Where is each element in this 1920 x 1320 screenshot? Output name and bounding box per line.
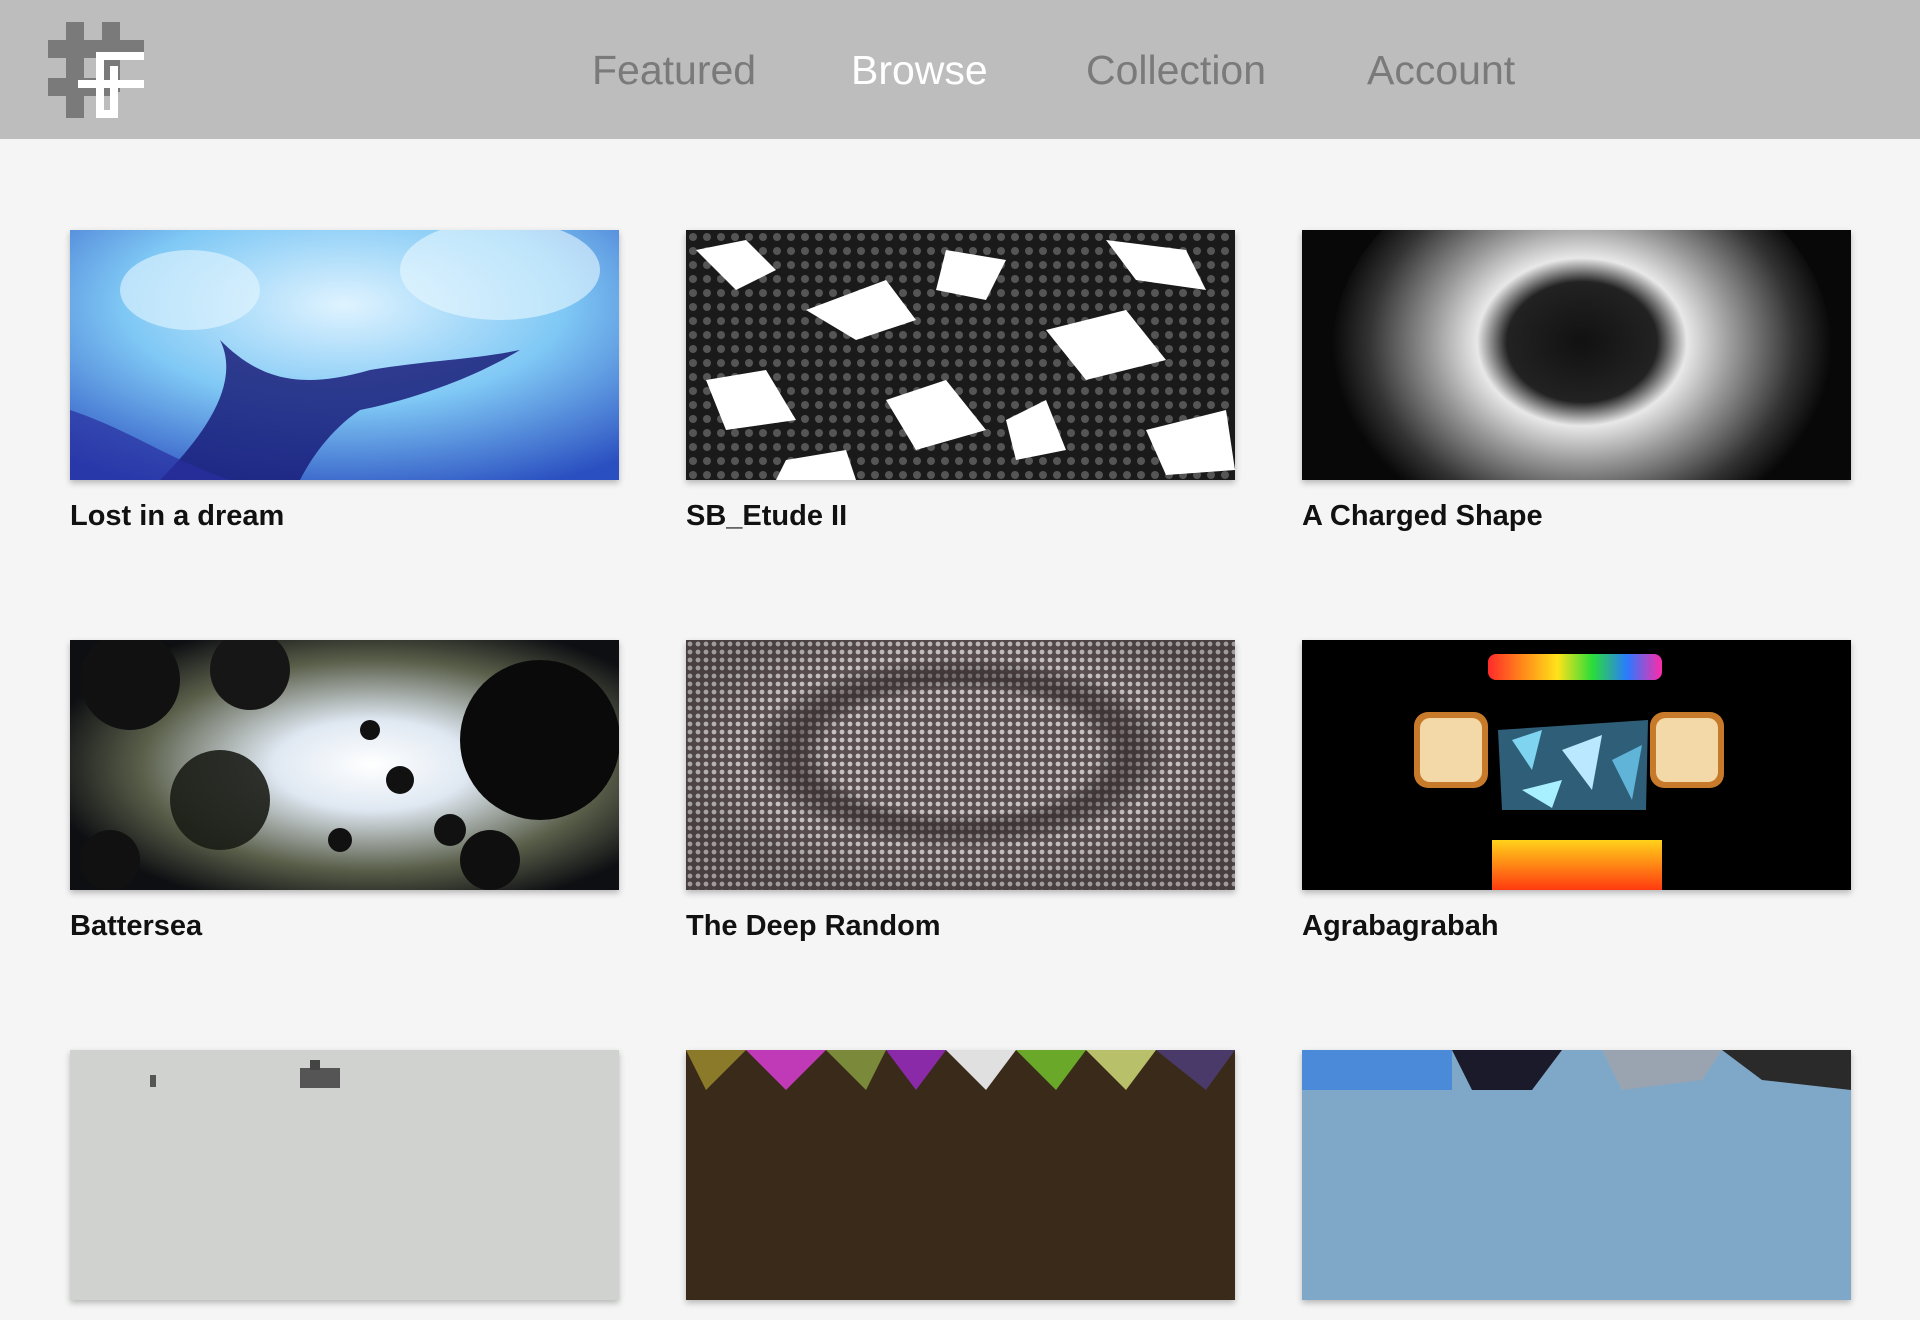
artwork-title: The Deep Random — [686, 910, 941, 942]
artwork-thumbnail[interactable] — [1302, 230, 1851, 480]
nav-tab-browse[interactable]: Browse — [851, 44, 988, 96]
artwork-card-the-deep-random[interactable]: The Deep Random — [686, 640, 1235, 943]
artwork-card-row3-3[interactable] — [1302, 1050, 1851, 1320]
artwork-grid: Lost in a dream SB_Etude II A Charged Sh… — [0, 139, 1920, 1300]
artwork-thumbnail[interactable] — [686, 1050, 1235, 1300]
nav-tab-featured[interactable]: Featured — [592, 44, 756, 96]
artwork-title: Battersea — [70, 910, 203, 942]
artwork-card-a-charged-shape[interactable]: A Charged Shape — [1302, 230, 1851, 533]
artwork-thumbnail[interactable] — [1302, 640, 1851, 890]
artwork-thumbnail[interactable] — [686, 640, 1235, 890]
top-navigation-bar: Featured Browse Collection Account — [0, 0, 1920, 139]
artwork-thumbnail[interactable] — [70, 1050, 619, 1300]
artwork-card-battersea[interactable]: Battersea — [70, 640, 619, 943]
artwork-thumbnail[interactable] — [686, 230, 1235, 480]
artwork-title: Lost in a dream — [70, 500, 285, 532]
artwork-thumbnail[interactable] — [70, 640, 619, 890]
main-nav: Featured Browse Collection Account — [0, 0, 1920, 139]
artwork-card-agrabagrabah[interactable]: Agrabagrabah — [1302, 640, 1851, 943]
artwork-card-row3-2[interactable] — [686, 1050, 1235, 1320]
nav-tab-collection[interactable]: Collection — [1086, 44, 1266, 96]
artwork-title: Agrabagrabah — [1302, 910, 1499, 942]
artwork-thumbnail[interactable] — [1302, 1050, 1851, 1300]
artwork-card-sb-etude-ii[interactable]: SB_Etude II — [686, 230, 1235, 533]
artwork-thumbnail[interactable] — [70, 230, 619, 480]
artwork-title: SB_Etude II — [686, 500, 848, 532]
artwork-card-row3-1[interactable] — [70, 1050, 619, 1320]
artwork-title: A Charged Shape — [1302, 500, 1543, 532]
nav-tab-account[interactable]: Account — [1367, 44, 1515, 96]
artwork-card-lost-in-a-dream[interactable]: Lost in a dream — [70, 230, 619, 533]
